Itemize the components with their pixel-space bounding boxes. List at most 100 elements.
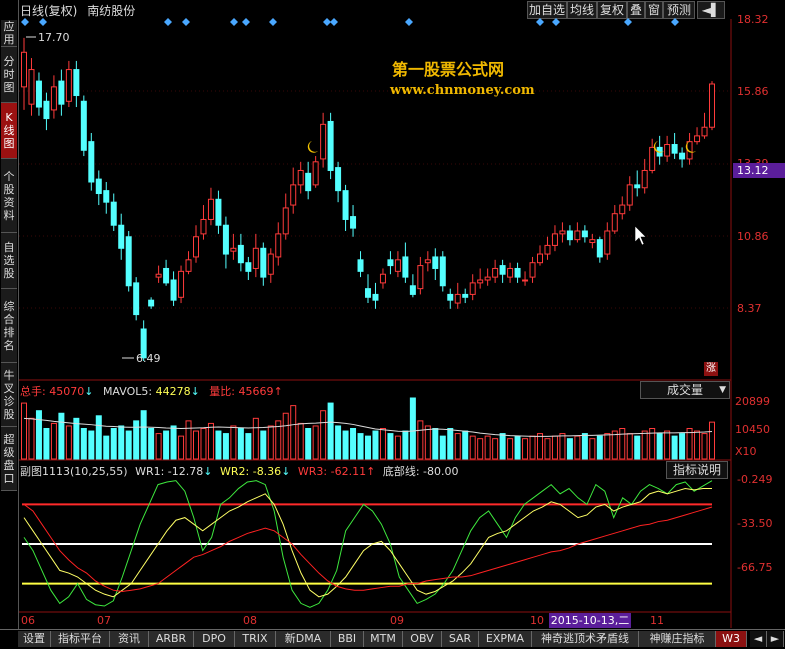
indicator-tab-bar: 设置 指标平台 资讯 ARBR DPO TRIX 新DMA BBI MTM OB… (0, 629, 785, 649)
candle-body (320, 123, 327, 160)
volume-bar (544, 438, 551, 460)
tab-godearn-indicator[interactable]: 神赚庄指标 (639, 631, 716, 647)
tab-bbi[interactable]: BBI (331, 631, 364, 647)
volume-bar (694, 430, 701, 460)
candle-body (372, 293, 379, 301)
candle-body (335, 167, 342, 192)
volume-bar (133, 420, 140, 460)
candle-body (379, 273, 386, 284)
scroll-right-icon[interactable]: ► (767, 631, 784, 647)
tab-indicator-platform[interactable]: 指标平台 (51, 631, 110, 647)
volume-bar (350, 428, 357, 460)
scroll-left-icon[interactable]: ◄ (750, 631, 767, 647)
volume-bar (402, 430, 409, 460)
candle-body (28, 69, 35, 105)
tab-w3[interactable]: W3 (716, 631, 747, 647)
candle-body (148, 299, 155, 307)
volume-bar (320, 410, 327, 460)
candle-body (551, 233, 558, 246)
candle-body (581, 230, 588, 238)
tab-magic-top-escape[interactable]: 神奇逃顶术矛盾线 (532, 631, 639, 647)
price-tick-5: 8.37 (737, 302, 762, 315)
tab-sar[interactable]: SAR (442, 631, 479, 647)
volume-tick-1: 20899 (735, 395, 770, 408)
candle-body (305, 172, 312, 192)
volume-bar (73, 417, 80, 460)
volume-bar (492, 438, 499, 460)
indicator-help-button[interactable]: 指标说明 (666, 461, 728, 479)
mouse-cursor-icon (634, 225, 647, 246)
volume-bar (297, 422, 304, 460)
bottom-line-value: -80.00 (423, 465, 459, 478)
candle-body (207, 198, 214, 220)
volume-bar (170, 425, 177, 460)
tab-expma[interactable]: EXPMA (479, 631, 532, 647)
candle-body (365, 288, 371, 298)
volume-bar (222, 433, 229, 460)
volume-bar (679, 433, 686, 460)
tab-news[interactable]: 资讯 (110, 631, 149, 647)
volume-bar (312, 425, 319, 460)
x-tick-06: 06 (21, 614, 35, 627)
candle-body (626, 184, 633, 206)
diamond-icon (536, 18, 544, 26)
x-tick-11: 11 (650, 614, 664, 627)
candle-body (193, 236, 199, 258)
volume-bar (155, 433, 162, 460)
wr-header: 副图1113(10,25,55) WR1: -12.78↓ WR2: -8.36… (20, 465, 459, 478)
volume-bar (267, 425, 274, 460)
volume-bar (327, 402, 334, 460)
tab-arbr[interactable]: ARBR (149, 631, 194, 647)
diamond-icon (552, 18, 560, 26)
candle-body (222, 224, 229, 255)
volume-bar (35, 410, 42, 460)
volume-bar (409, 397, 416, 460)
candle-body (537, 253, 543, 264)
price-tick-4: 10.86 (737, 230, 769, 243)
tab-trix[interactable]: TRIX (235, 631, 276, 647)
candle-body (297, 169, 304, 186)
volume-type-select[interactable]: 成交量 ▼ (640, 381, 730, 399)
max-price-label: 17.70 (38, 31, 70, 44)
volume-bar (185, 420, 192, 460)
candle-body (394, 259, 401, 272)
tab-obv[interactable]: OBV (403, 631, 442, 647)
volume-bar (28, 417, 35, 460)
volume-bar (559, 433, 566, 460)
volume-bar (140, 410, 147, 460)
candle-body (215, 198, 222, 226)
wr-tick-1: -0.249 (737, 473, 773, 486)
volume-bar (664, 430, 671, 460)
volume-bar (65, 425, 72, 460)
volume-bar (551, 435, 558, 460)
tab-dpo[interactable]: DPO (194, 631, 235, 647)
volume-bar (604, 433, 611, 460)
chevron-down-icon: ▼ (719, 385, 726, 395)
candle-body (342, 190, 349, 220)
candle-body (163, 267, 170, 284)
candle-body (417, 265, 424, 290)
candle-body (507, 267, 514, 278)
candle-body (65, 69, 72, 102)
candle-body (409, 285, 416, 295)
candle-body (492, 267, 499, 278)
diamond-icon (242, 18, 250, 26)
wr2-label: WR2: (219, 465, 250, 478)
total-volume-value: 45070 (49, 385, 85, 398)
volume-bar (626, 433, 633, 460)
volume-bar (619, 428, 626, 460)
volume-bar (432, 428, 439, 460)
tab-settings[interactable]: 设置 (18, 631, 51, 647)
candle-body (133, 282, 140, 316)
volume-type-value: 成交量 (667, 383, 704, 397)
volume-bars (21, 397, 715, 460)
price-tick-2: 15.86 (737, 85, 769, 98)
tab-new-dma[interactable]: 新DMA (276, 631, 331, 647)
volume-bar (103, 435, 110, 460)
volume-tick-2: 10450 (735, 423, 770, 436)
wr-line-wr3 (23, 503, 713, 593)
volume-bar (589, 438, 596, 460)
volume-bar (417, 420, 424, 460)
candle-body (596, 239, 603, 258)
tab-mtm[interactable]: MTM (364, 631, 403, 647)
